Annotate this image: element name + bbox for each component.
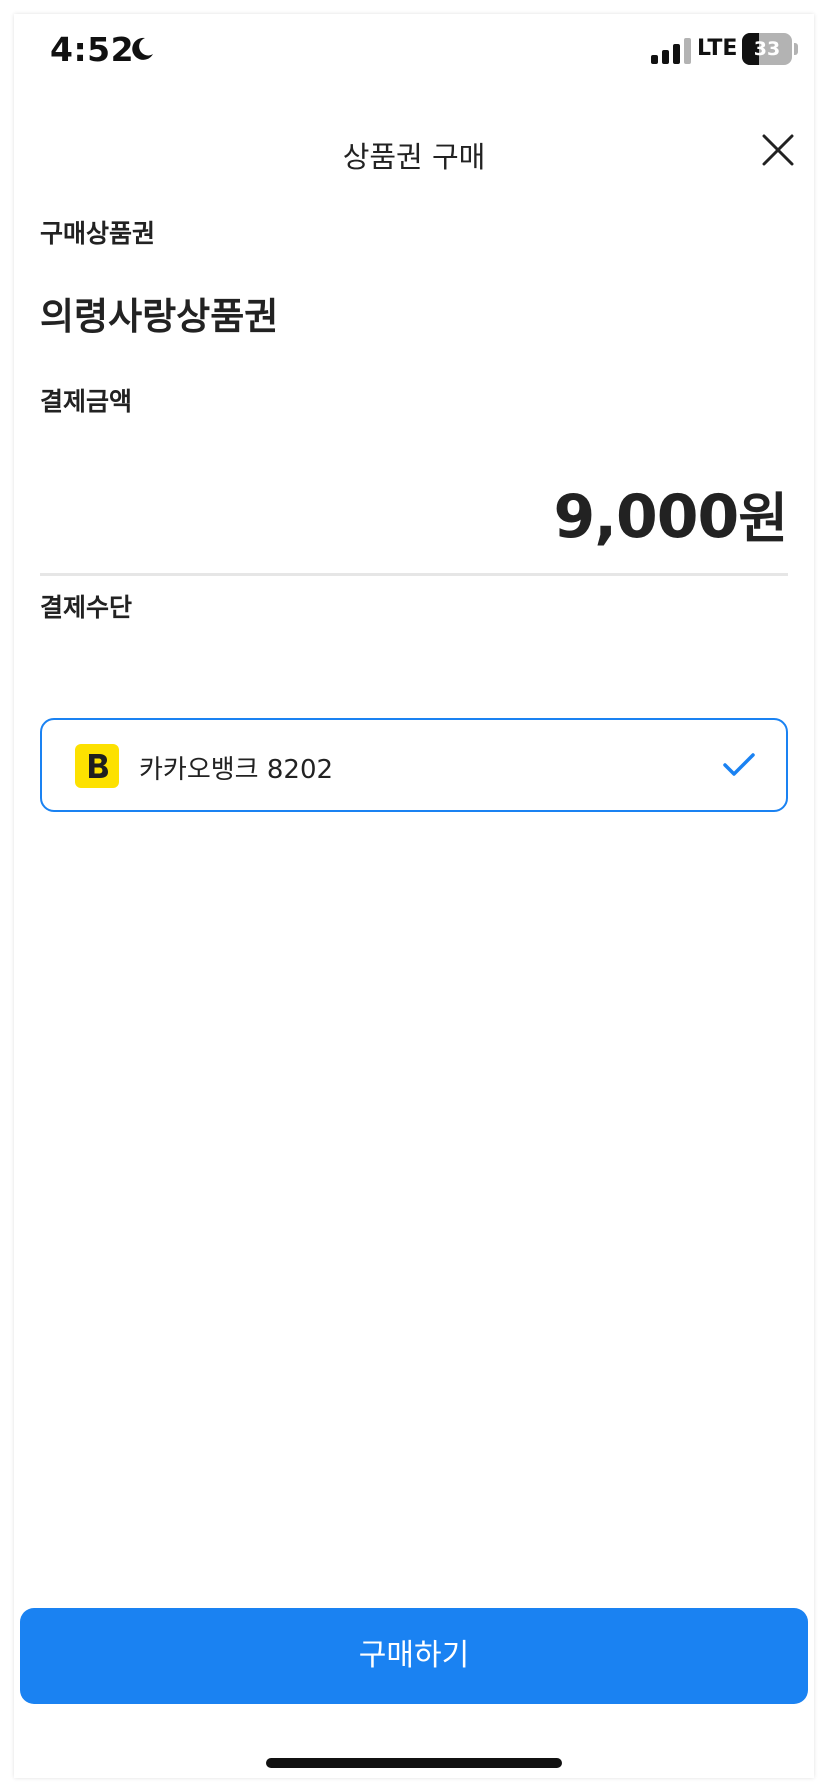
status-bar: 4:52 LTE 33 — [14, 14, 814, 84]
purchase-button[interactable]: 구매하기 — [20, 1608, 808, 1704]
signal-icon — [651, 38, 691, 64]
amount-divider — [40, 573, 788, 576]
bank-logo-glyph — [89, 754, 108, 778]
amount-section-label: 결제금액 — [40, 387, 133, 416]
close-button[interactable] — [754, 126, 802, 174]
battery-body: 33 — [742, 33, 792, 65]
page-title: 상품권 구매 — [342, 140, 486, 174]
payment-method-label: 카카오뱅크 8202 — [139, 755, 334, 785]
voucher-section-label: 구매상품권 — [40, 219, 156, 248]
amount-value: 9,000 — [553, 482, 740, 552]
moon-icon — [132, 37, 153, 60]
network-label: LTE — [697, 36, 738, 61]
home-indicator — [266, 1758, 562, 1768]
check-icon — [723, 753, 755, 776]
payment-method-option[interactable]: 카카오뱅크 8202 — [40, 718, 788, 812]
payment-section-label: 결제수단 — [40, 593, 133, 622]
close-icon — [762, 134, 794, 166]
voucher-name: 의령사랑상품권 — [40, 295, 279, 338]
phone-screen: 4:52 LTE 33 상품권 구매 구매상품권 의령사랑상품권 결제금액 9,… — [14, 14, 814, 1778]
amount-display: 9,000원 — [40, 474, 788, 553]
amount-unit: 원 — [738, 487, 788, 550]
battery-nub — [794, 43, 798, 55]
battery-level: 33 — [753, 38, 781, 60]
battery-icon: 33 — [742, 33, 798, 65]
status-time: 4:52 — [50, 30, 135, 69]
kakaobank-logo-icon — [75, 744, 119, 788]
